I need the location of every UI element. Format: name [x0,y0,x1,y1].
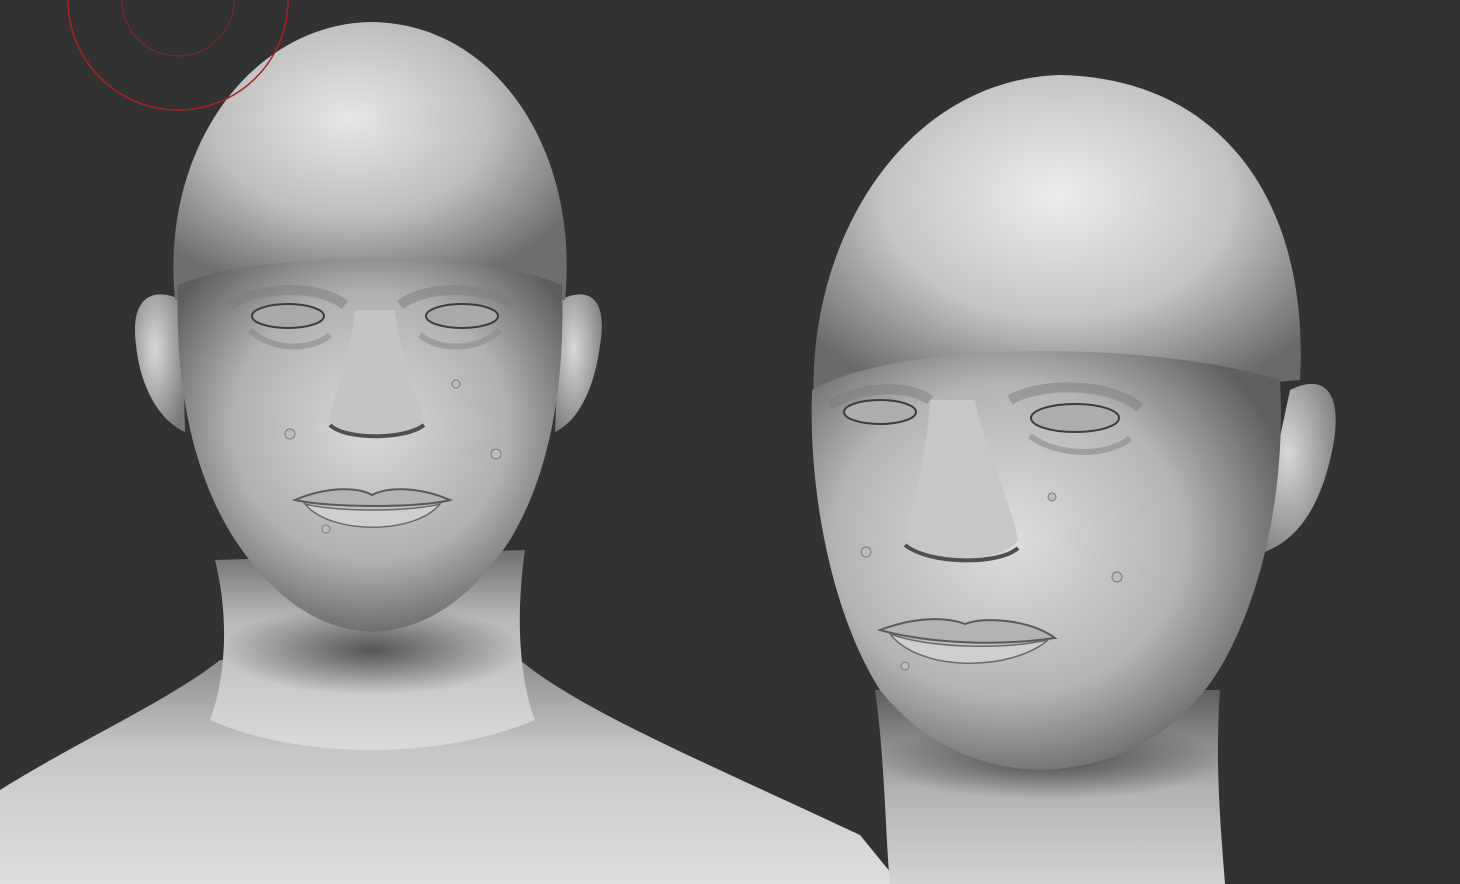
sculpt-canvas[interactable] [0,0,1460,884]
sculpt-viewport-render[interactable] [0,0,1460,884]
right-eye [425,303,499,329]
right-eye-right-model [1030,403,1120,433]
skull-mesh [173,22,567,300]
head-three-quarter-view[interactable] [811,75,1336,884]
left-ear [134,294,185,432]
head-front-view[interactable] [0,22,900,884]
left-eye [251,303,325,329]
left-eye-right-model [843,399,917,425]
